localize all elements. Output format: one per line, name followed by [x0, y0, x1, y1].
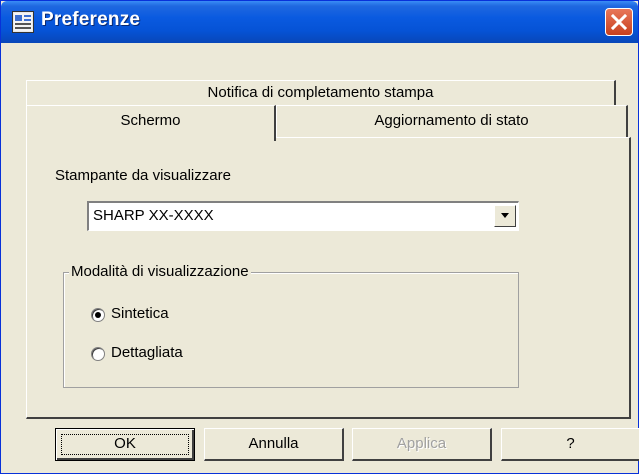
- chevron-down-icon: [501, 213, 509, 218]
- tab-schermo[interactable]: Schermo: [26, 105, 276, 141]
- tab-notifica-label: Notifica di completamento stampa: [207, 84, 434, 101]
- tab-aggiornamento-label: Aggiornamento di stato: [374, 112, 529, 129]
- radio-sintetica-label[interactable]: Sintetica: [111, 305, 169, 322]
- printer-label: Stampante da visualizzare: [55, 167, 231, 184]
- tab-row: Schermo Aggiornamento di stato: [26, 105, 631, 141]
- display-mode-group: [63, 272, 519, 388]
- tab-schermo-label: Schermo: [120, 112, 181, 129]
- close-button[interactable]: [605, 8, 633, 36]
- preferences-dialog: Preferenze Notifica di completamento sta…: [0, 0, 639, 474]
- apply-button: Applica: [352, 428, 492, 461]
- ok-button-label: OK: [114, 435, 136, 452]
- printer-select-value: SHARP XX-XXXX: [93, 207, 214, 224]
- window-title: Preferenze: [41, 9, 141, 30]
- cancel-button-label: Annulla: [248, 435, 299, 452]
- printer-select[interactable]: SHARP XX-XXXX: [87, 201, 519, 231]
- radio-dettagliata[interactable]: [91, 347, 105, 361]
- help-button[interactable]: ?: [501, 428, 639, 461]
- tab-notifica[interactable]: Notifica di completamento stampa: [26, 80, 616, 106]
- preferences-window-icon: [12, 11, 34, 33]
- radio-dettagliata-label[interactable]: Dettagliata: [111, 344, 183, 361]
- radio-sintetica[interactable]: [91, 308, 105, 322]
- apply-button-label: Applica: [396, 435, 447, 452]
- ok-button[interactable]: OK: [55, 428, 195, 461]
- cancel-button[interactable]: Annulla: [204, 428, 344, 461]
- close-icon: [610, 13, 628, 31]
- help-button-label: ?: [566, 435, 575, 452]
- tab-aggiornamento[interactable]: Aggiornamento di stato: [276, 105, 628, 138]
- display-mode-legend: Modalità di visualizzazione: [69, 263, 251, 280]
- dropdown-button[interactable]: [494, 205, 516, 227]
- radio-selected-dot: [95, 312, 101, 318]
- title-bar[interactable]: Preferenze: [1, 1, 638, 43]
